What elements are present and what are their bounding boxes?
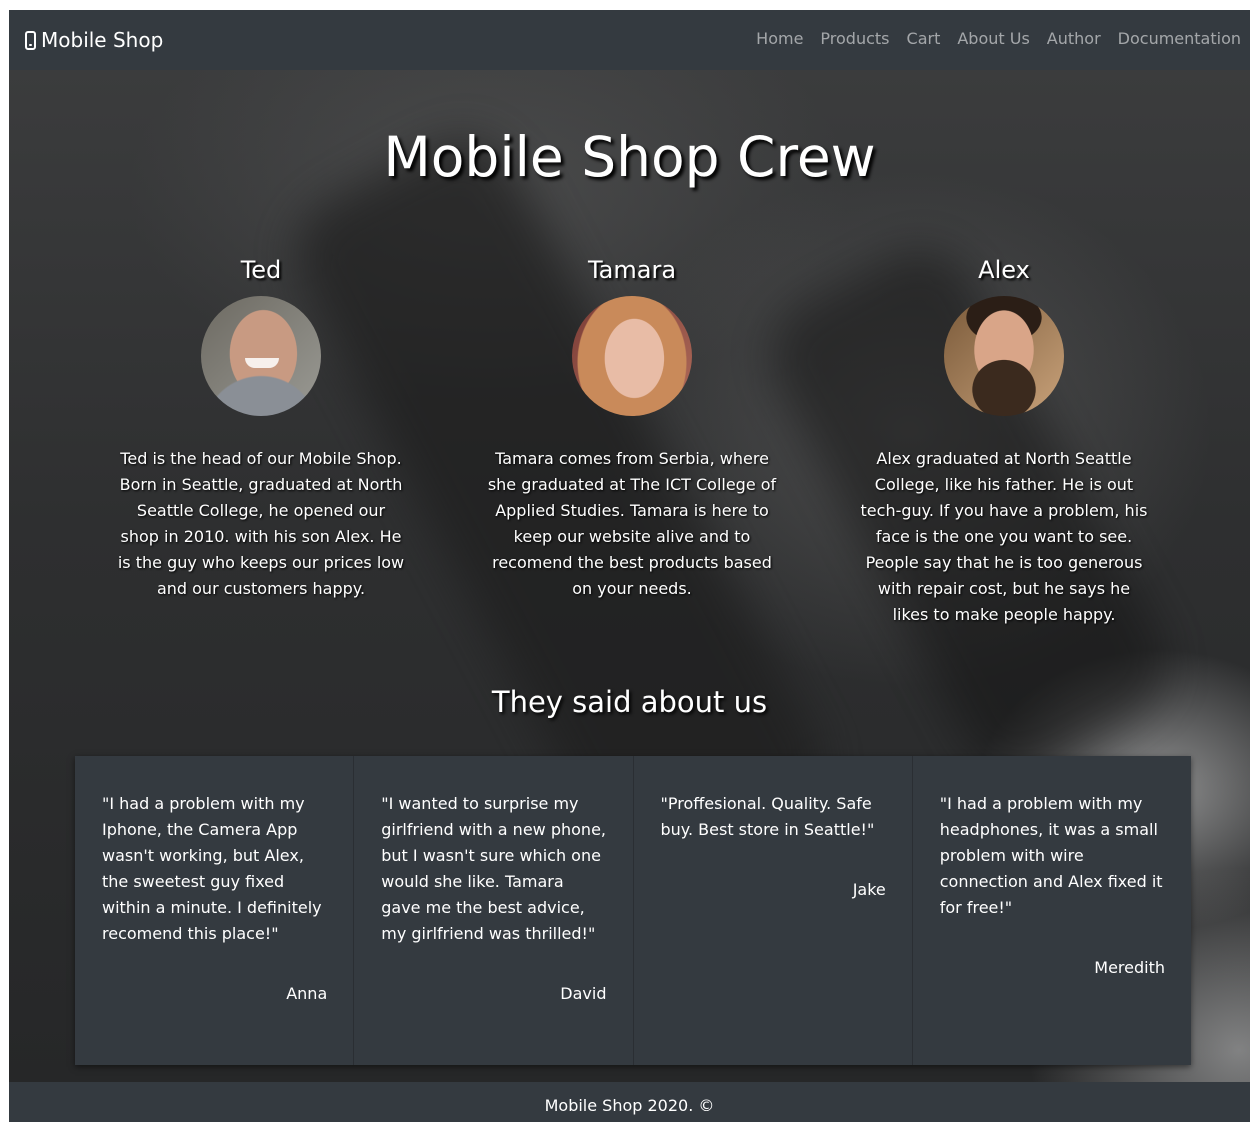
avatar [944,296,1064,416]
member-bio: Ted is the head of our Mobile Shop. Born… [117,449,405,598]
nav-about-us[interactable]: About Us [957,28,1029,50]
nav-links: Home Products Cart About Us Author Docum… [756,28,1241,50]
testimonials-cards: "I had a problem with my Iphone, the Cam… [75,756,1191,1065]
nav-home[interactable]: Home [756,28,803,50]
testimonial-quote: "Proffesional. Quality. Safe buy. Best s… [660,794,875,839]
navbar: Mobile Shop Home Products Cart About Us … [9,10,1250,70]
testimonial-card: "I had a problem with my Iphone, the Cam… [75,756,355,1065]
testimonial-card: "I wanted to surprise my girlfriend with… [354,756,634,1065]
team-member-tamara: Tamara Tamara comes from Serbia, where s… [477,255,787,602]
testimonial-card: "Proffesional. Quality. Safe buy. Best s… [633,756,913,1065]
nav-author[interactable]: Author [1047,28,1101,50]
testimonial-quote: "I had a problem with my headphones, it … [939,794,1163,917]
footer-text: Mobile Shop 2020. © [544,1096,715,1115]
mobile-phone-icon [25,30,36,50]
testimonial-author: Jake [852,880,886,899]
nav-products[interactable]: Products [820,28,889,50]
member-bio: Alex graduated at North Seattle College,… [860,449,1148,624]
nav-cart[interactable]: Cart [907,28,941,50]
testimonial-author: Meredith [1094,958,1165,977]
team-member-ted: Ted Ted is the head of our Mobile Shop. … [106,255,416,602]
testimonial-author: David [560,984,607,1003]
testimonial-quote: "I wanted to surprise my girlfriend with… [381,794,606,943]
team-member-alex: Alex Alex graduated at North Seattle Col… [849,255,1159,628]
member-name: Alex [978,256,1030,284]
testimonial-quote: "I had a problem with my Iphone, the Cam… [102,794,322,943]
avatar [201,296,321,416]
nav-documentation[interactable]: Documentation [1118,28,1241,50]
member-name: Tamara [587,256,677,284]
brand-link[interactable]: Mobile Shop [25,25,163,55]
brand-label: Mobile Shop [41,28,164,52]
member-name: Ted [240,256,282,284]
member-bio: Tamara comes from Serbia, where she grad… [487,449,777,598]
footer: Mobile Shop 2020. © [9,1082,1250,1122]
testimonial-author: Anna [286,984,328,1003]
testimonials-title: They said about us [491,685,768,719]
page: Mobile Shop Home Products Cart About Us … [9,10,1250,1122]
testimonial-card: "I had a problem with my headphones, it … [912,756,1191,1065]
page-title: Mobile Shop Crew [383,125,876,189]
avatar [572,296,692,416]
